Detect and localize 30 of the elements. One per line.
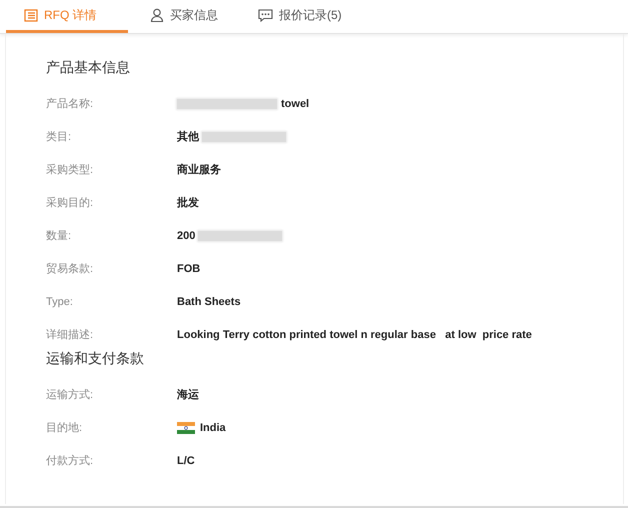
field-value: 商业服务 <box>177 162 221 177</box>
field-label: 类目: <box>46 130 72 144</box>
field-value: 200 <box>177 230 282 242</box>
field-value: FOB <box>177 262 200 274</box>
field-label: 运输方式: <box>46 388 94 402</box>
field-value: 海运 <box>177 388 199 402</box>
tab[interactable]: 报价记录(5) <box>240 0 360 33</box>
section-title: 运输和支付条款 <box>46 351 145 368</box>
field-label: 数量: <box>46 229 72 243</box>
section-title: 产品基本信息 <box>46 60 131 77</box>
field-label: 付款方式: <box>46 454 94 468</box>
field-label: 详细描述: <box>46 328 94 342</box>
field-label: 产品名称: <box>46 96 94 111</box>
person-icon <box>150 8 164 22</box>
field-label: Type: <box>46 296 74 308</box>
field-label: 采购目的: <box>46 196 94 210</box>
field-value: Bath Sheets <box>177 296 241 308</box>
field-value: 其他 <box>177 129 286 144</box>
field-label: 采购类型: <box>46 163 94 177</box>
field-value: Looking Terry cotton printed towel n regular base at low price rate <box>177 328 532 340</box>
tab[interactable]: 买家信息 <box>132 0 236 33</box>
field-value: 批发 <box>177 196 199 210</box>
field-value: India <box>200 422 226 434</box>
field-value: towel <box>177 98 310 110</box>
chat-icon <box>258 8 273 22</box>
field-value: L/C <box>177 454 195 466</box>
india-flag-icon <box>177 422 195 434</box>
field-label: 目的地: <box>46 421 84 435</box>
field-label: 贸易条款: <box>46 262 94 276</box>
document-icon <box>24 8 38 22</box>
